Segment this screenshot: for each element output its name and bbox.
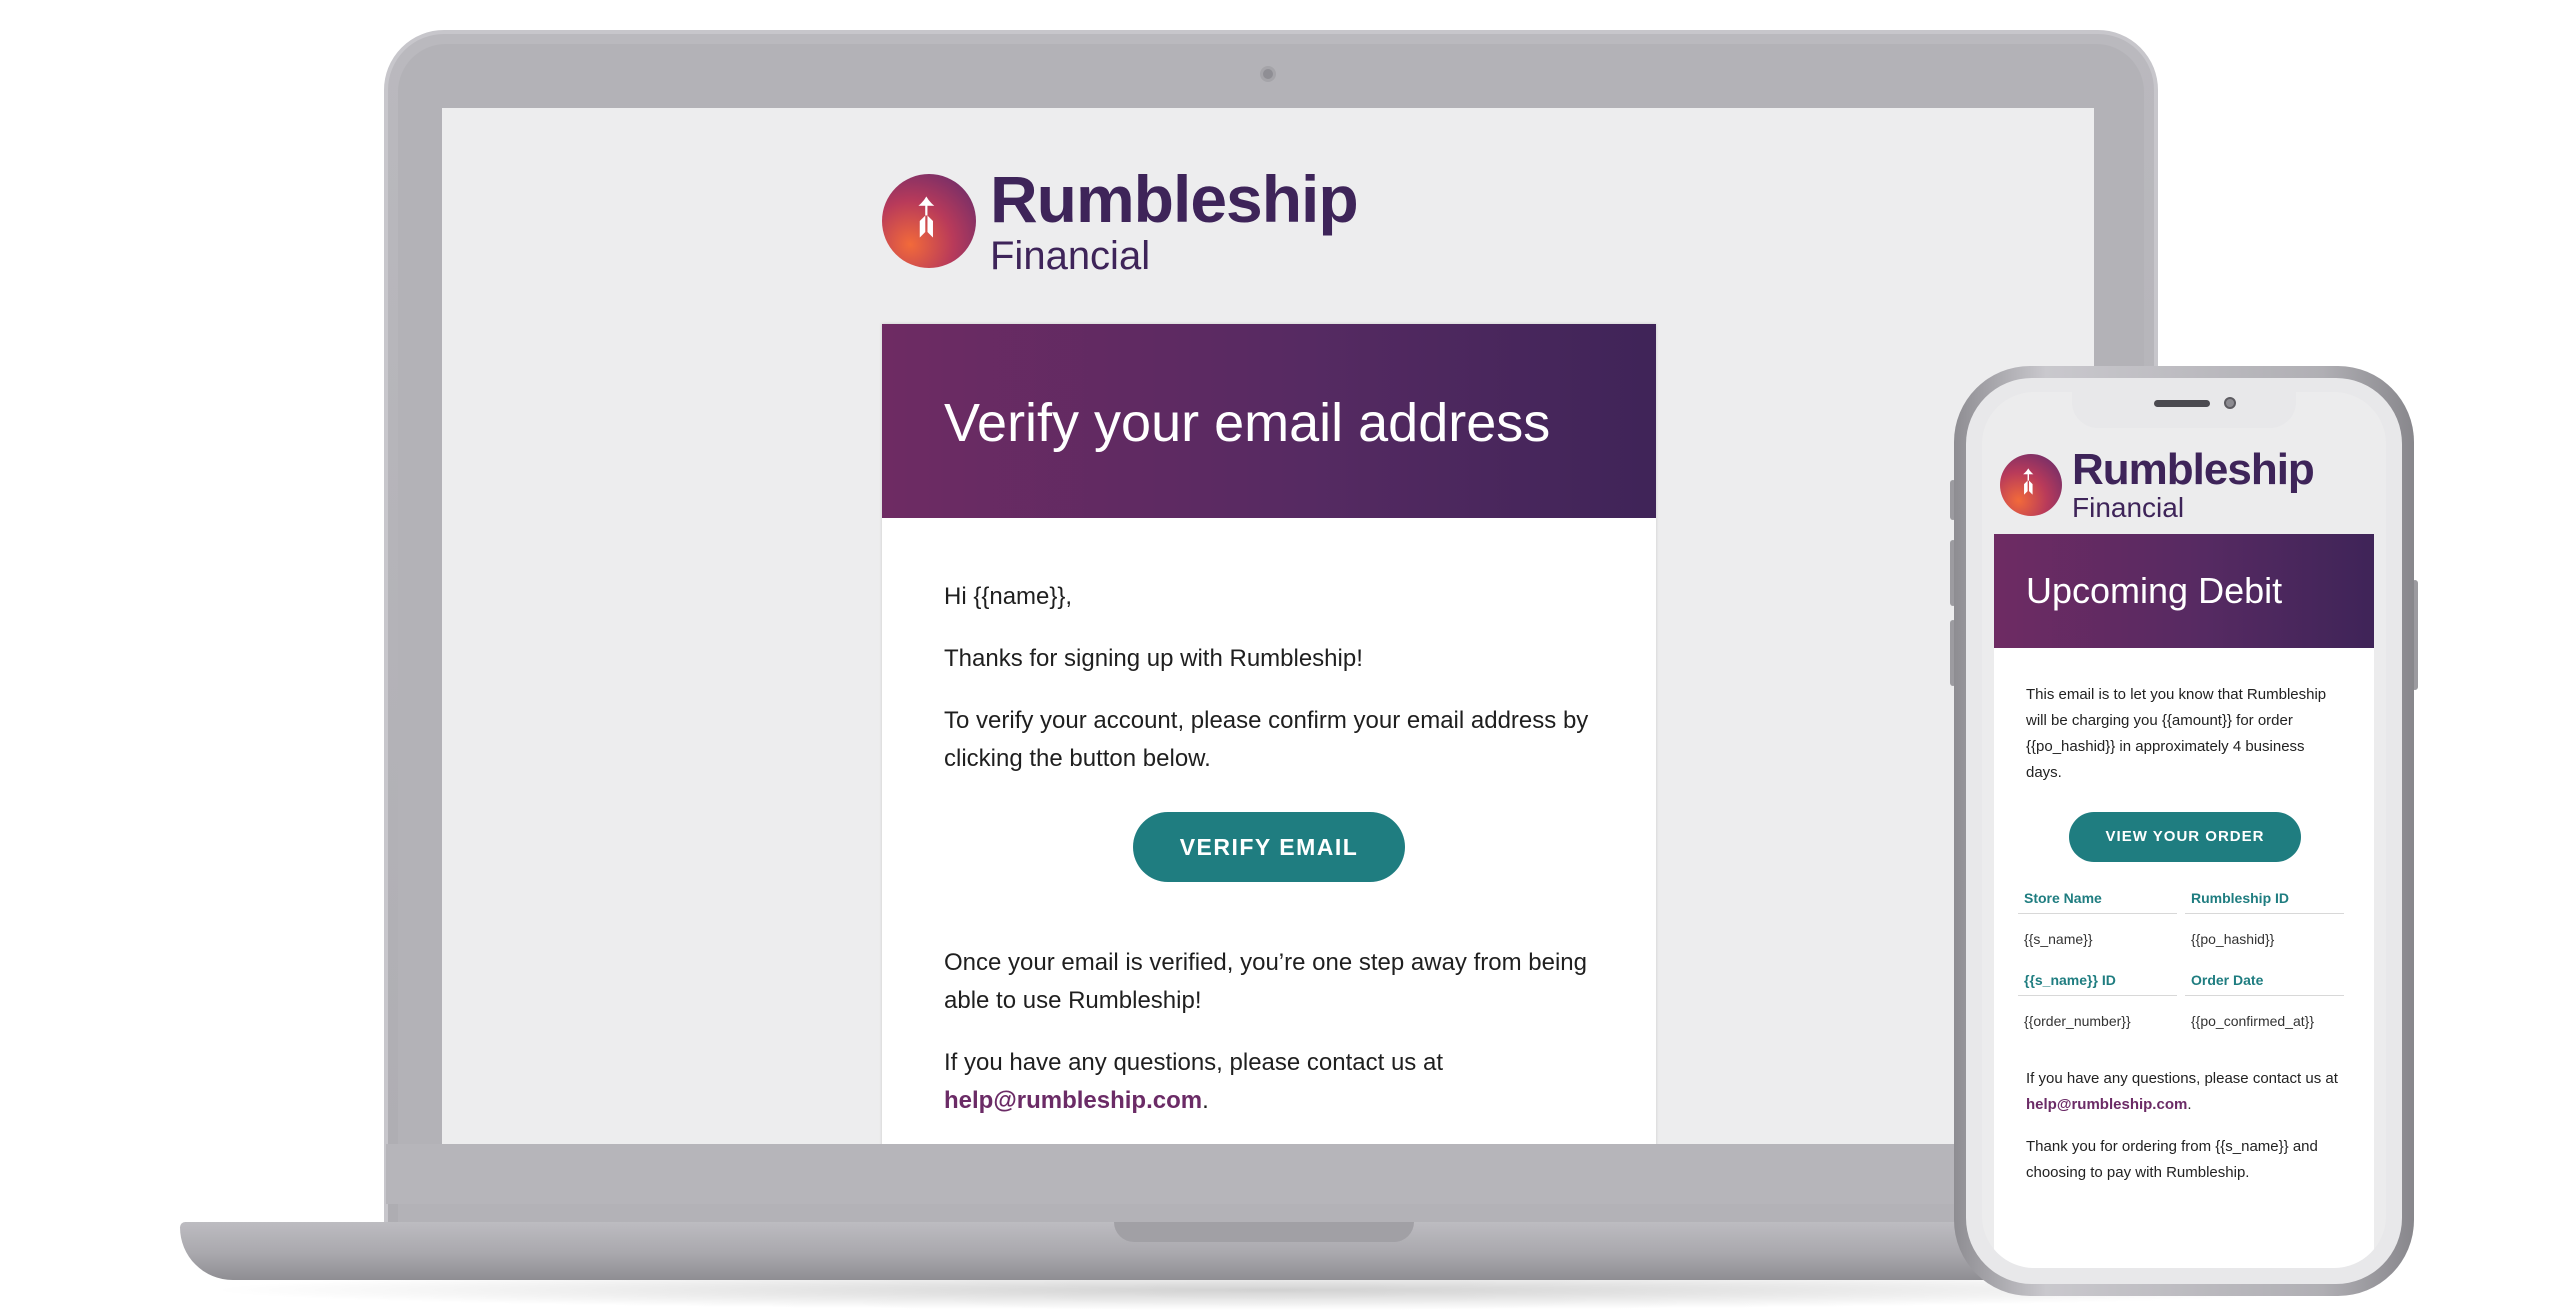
phone-thanks-text: Thank you for ordering from {{s_name}} a… (2026, 1138, 2318, 1181)
thanks-text: Thanks for signing up with Rumbleship! (944, 645, 1363, 672)
greeting: Hi {{name}}, (944, 583, 1073, 610)
phone-speaker (2154, 400, 2210, 407)
brand-name: Rumbleship (990, 162, 1359, 236)
email-title: Verify your email address (882, 324, 1656, 518)
rumbleship-id-value: {{po_hashid}} (2191, 931, 2275, 947)
phone-email-title: Upcoming Debit (1994, 534, 2374, 648)
after-verify-text: Once your email is verified, you’re one … (944, 949, 1587, 1014)
phone-questions-text: If you have any questions, please contac… (2026, 1070, 2338, 1113)
laptop-screen: ➶ Rumbleship Financial Verify your email… (442, 108, 2094, 1144)
rocket-icon: ➶ (882, 174, 976, 268)
store-name-label: Store Name (2018, 882, 2177, 914)
phone-notch (2072, 392, 2296, 428)
order-date-value: {{po_confirmed_at}} (2191, 1013, 2314, 1029)
store-name-value: {{s_name}} (2024, 931, 2093, 947)
phone-screen: ➶ Rumbleship Financial Upcoming Debit Th… (1982, 392, 2386, 1268)
phone-brand-name: Rumbleship (2072, 445, 2315, 494)
store-id-label: {{s_name}} ID (2018, 964, 2177, 996)
brand-logo: ➶ Rumbleship Financial (882, 162, 1359, 278)
laptop-notch (1114, 1222, 1414, 1242)
order-details-table: Store Name Rumbleship ID {{s_name}} {{po… (2018, 882, 2344, 1046)
rocket-icon: ➶ (2000, 454, 2062, 516)
phone-brand-sub: Financial (2072, 492, 2185, 523)
questions-text: If you have any questions, please contac… (944, 1049, 1443, 1114)
laptop-chin (386, 1144, 2158, 1204)
verify-email-button[interactable]: VERIFY EMAIL (1133, 812, 1405, 882)
email-card: Verify your email address Hi {{name}}, T… (882, 324, 1656, 1144)
store-id-value: {{order_number}} (2024, 1013, 2131, 1029)
rumbleship-id-label: Rumbleship ID (2185, 882, 2344, 914)
view-order-button[interactable]: VIEW YOUR ORDER (2069, 812, 2301, 862)
phone-email-card: Upcoming Debit This email is to let you … (1994, 534, 2374, 1268)
brand-sub: Financial (990, 234, 1151, 278)
instruction-text: To verify your account, please confirm y… (944, 707, 1589, 772)
contact-email-link[interactable]: help@rumbleship.com (944, 1087, 1202, 1114)
phone-front-camera (2224, 397, 2236, 409)
phone-intro-text: This email is to let you know that Rumbl… (2026, 686, 2327, 781)
phone-brand-logo: ➶ Rumbleship Financial (2000, 445, 2315, 523)
webcam (1260, 66, 1276, 82)
order-date-label: Order Date (2185, 964, 2344, 996)
phone-contact-email-link[interactable]: help@rumbleship.com (2026, 1096, 2187, 1113)
